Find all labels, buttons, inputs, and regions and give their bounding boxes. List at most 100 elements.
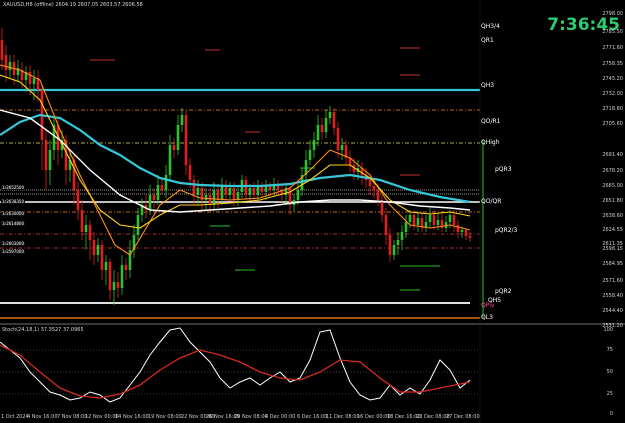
price-tick-label: 2718.80 [602, 106, 623, 112]
price-tick-label: 2745.20 [602, 76, 623, 82]
candle-body [76, 190, 80, 210]
left-label: 1r2597000 [1, 249, 26, 254]
candle-body [156, 185, 160, 200]
price-tick-label: 2584.95 [602, 261, 623, 267]
level-label-pqr23: pQR2/3 [495, 227, 518, 234]
price-tick-label: 2665.00 [602, 183, 623, 189]
left-label: 1r2603000 [1, 241, 26, 246]
candle-body [204, 195, 208, 200]
price-tick-label: 2624.55 [602, 227, 623, 233]
candle-body [4, 55, 8, 70]
level-label-qhigh: QHigh [481, 139, 500, 146]
chart-header: XAUUSD,H8 (offline) 2604.19 2607.05 2603… [3, 2, 143, 8]
candle-body [436, 220, 440, 225]
candle-body [416, 218, 420, 225]
candle-body [336, 128, 340, 150]
candle-body [232, 188, 236, 200]
price-tick-label: 2798.00 [602, 11, 623, 17]
candle-body [212, 190, 216, 205]
candle-body [216, 190, 220, 200]
level-label-pqr3: pQR3 [495, 166, 512, 173]
candle-body [312, 140, 316, 150]
time-tick-label: 12 Nov 00:00 [85, 414, 119, 420]
time-tick-label: 14 Nov 16:00 [115, 414, 149, 420]
candle-body [124, 265, 128, 270]
candle-body [332, 112, 336, 128]
level-label-qh3-4: QH3/4 [481, 23, 500, 30]
candle-body [392, 245, 396, 255]
price-tick-label: 2598.15 [602, 246, 623, 252]
candle-body [172, 145, 176, 150]
candle-body [192, 180, 196, 195]
candle-body [96, 245, 100, 255]
moving-averages [0, 64, 471, 256]
candle-body [244, 180, 248, 195]
candle-body [0, 40, 4, 60]
stoch-tick-label: 100 [603, 327, 613, 333]
candle-body [396, 240, 400, 245]
candle-body [80, 210, 84, 232]
stoch-levels [0, 349, 480, 395]
left-label: 1r2652500 [1, 185, 26, 190]
stoch-signal-line [0, 344, 471, 399]
level-label-qoqr1: QO/R1 [481, 118, 501, 125]
ma-yellow [0, 74, 471, 229]
time-tick-label: 7 Nov 08:00 [57, 414, 88, 420]
level-label-piv: QPiv [481, 302, 495, 309]
candle-body [188, 165, 192, 180]
candle-body [372, 186, 376, 190]
candle-body [176, 125, 180, 150]
candle-body [432, 215, 436, 225]
candle-body [44, 140, 48, 170]
price-tick-label: 2771.60 [602, 45, 623, 51]
candle-body [264, 186, 268, 192]
time-tick-label: 29 Nov 08:00 [234, 414, 268, 420]
candle-body [136, 215, 140, 235]
time-tick-label: 11 Dec 08:00 [326, 414, 360, 420]
candle-body [88, 225, 92, 240]
time-tick-label: 23 Dec 08:00 [416, 414, 450, 420]
time-tick-label: 6 Dec 16:00 [297, 414, 328, 420]
candle-body [464, 230, 468, 236]
chart-window[interactable]: XAUUSD,H8 (offline) 2604.19 2607.05 2603… [0, 0, 625, 423]
time-tick-label: 1 Oct 2024 [1, 414, 29, 420]
candle-body [404, 222, 408, 232]
candle-body [28, 72, 32, 84]
candle-body [184, 115, 188, 165]
candle-body [236, 192, 240, 200]
candle-body [296, 190, 300, 200]
candle-body [120, 265, 124, 288]
candle-body [412, 215, 416, 225]
time-tick-label: 27 Dec 08:00 [446, 414, 480, 420]
candle-body [116, 282, 120, 288]
candle-body [380, 200, 384, 215]
time-tick-label: 4 Nov 16:00 [27, 414, 58, 420]
candle-body [388, 235, 392, 255]
candle-body [8, 62, 12, 70]
candle-body [268, 186, 272, 190]
candle-body [108, 262, 112, 290]
price-tick-label: 2758.35 [602, 61, 623, 67]
price-chart[interactable] [0, 0, 625, 423]
candle-body [324, 118, 328, 132]
price-tick-label: 2544.40 [602, 308, 623, 314]
time-tick-label: 16 Dec 00:00 [357, 414, 391, 420]
price-tick-label: 2638.60 [602, 213, 623, 219]
candle-body [160, 185, 164, 190]
candle-body [252, 188, 256, 195]
candles [0, 28, 472, 305]
candle-body [112, 282, 116, 290]
candle-body [84, 225, 88, 232]
candle-body [428, 215, 432, 222]
candle-body [328, 112, 332, 118]
candle-body [376, 190, 380, 200]
time-tick-label: 4 Dec 00:00 [265, 414, 296, 420]
price-tick-label: 2785.50 [602, 29, 623, 35]
left-label: 1r2638350 [1, 199, 26, 204]
stoch-tick-label: 0 [609, 411, 613, 417]
stoch-tick-label: 25 [606, 391, 613, 397]
candle-body [180, 115, 184, 125]
candle-body [32, 78, 36, 84]
candle-body [104, 262, 108, 270]
price-tick-label: 2732.00 [602, 91, 623, 97]
